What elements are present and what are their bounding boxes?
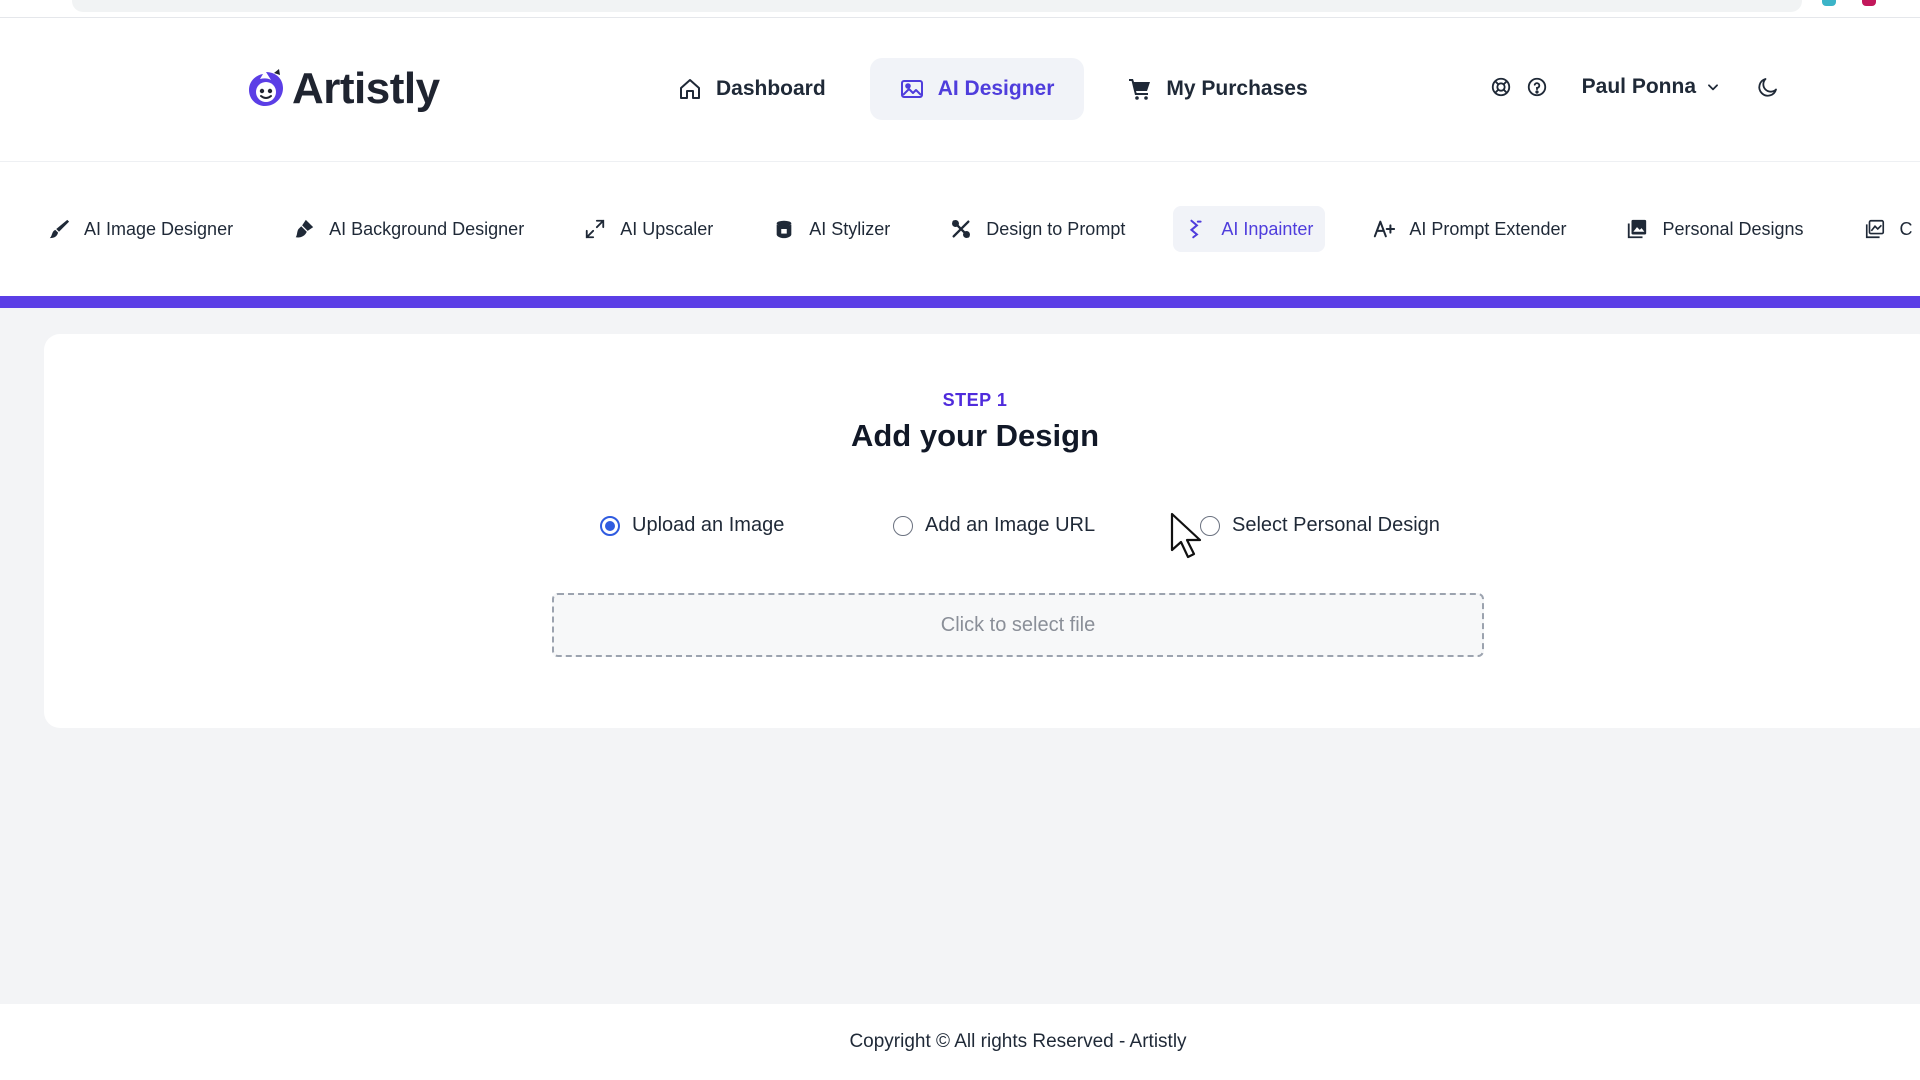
text-plus-icon xyxy=(1374,220,1396,238)
tool-nav: AI Image Designer AI Background Designer… xyxy=(0,162,1920,296)
tool-label: AI Image Designer xyxy=(84,218,234,239)
nav-label: My Purchases xyxy=(1166,77,1308,100)
nav-dashboard[interactable]: Dashboard xyxy=(648,58,856,120)
tool-ai-prompt-extender[interactable]: AI Prompt Extender xyxy=(1361,206,1578,252)
radio-button[interactable] xyxy=(893,515,913,536)
question-icon xyxy=(1527,77,1546,97)
image-stack-icon xyxy=(1865,219,1884,239)
radio-label: Add an Image URL xyxy=(925,514,1096,536)
gallery-icon xyxy=(1628,219,1647,239)
nav-label: Dashboard xyxy=(716,77,826,100)
top-navigation: Artistly Dashboard AI Designer My Purcha… xyxy=(0,18,1920,162)
support-button[interactable] xyxy=(1488,74,1514,100)
tool-label: AI Stylizer xyxy=(809,218,891,239)
tool-ai-upscaler[interactable]: AI Upscaler xyxy=(572,206,725,252)
help-button[interactable] xyxy=(1524,74,1550,100)
cart-icon xyxy=(1129,79,1151,100)
tool-ai-background-designer[interactable]: AI Background Designer xyxy=(281,206,536,252)
extension-icon[interactable] xyxy=(1862,0,1876,6)
wand-icon xyxy=(1190,219,1202,239)
lifebuoy-icon xyxy=(1491,77,1510,97)
nav-ai-designer[interactable]: AI Designer xyxy=(869,58,1085,120)
tool-label: AI Inpainter xyxy=(1221,218,1314,239)
radio-image-url[interactable]: Add an Image URL xyxy=(893,514,1095,537)
moon-icon[interactable] xyxy=(1756,75,1780,99)
tools-icon xyxy=(952,220,971,238)
user-menu[interactable]: Paul Ponna xyxy=(1582,75,1720,99)
browser-toolbar xyxy=(0,0,1920,18)
brand-name: Artistly xyxy=(292,64,440,113)
page-title: Add your Design xyxy=(850,418,1099,453)
brand-logo[interactable]: Artistly xyxy=(246,64,440,114)
radio-button[interactable] xyxy=(600,515,620,536)
extension-icon[interactable] xyxy=(1822,0,1836,6)
copyright-text: Copyright © All rights Reserved - Artist… xyxy=(849,1031,1187,1052)
tool-personal-designs[interactable]: Personal Designs xyxy=(1614,206,1815,252)
radio-upload-image[interactable]: Upload an Image xyxy=(600,514,784,537)
tool-label: AI Upscaler xyxy=(620,218,714,239)
file-select-dropzone[interactable]: Click to select file xyxy=(552,593,1484,657)
tool-more[interactable]: C xyxy=(1852,206,1920,252)
home-icon xyxy=(680,79,700,99)
user-name: Paul Ponna xyxy=(1581,75,1696,98)
chevron-down-icon xyxy=(1708,84,1718,91)
tool-label: AI Prompt Extender xyxy=(1409,218,1567,239)
step-label: STEP 1 xyxy=(942,390,1008,410)
image-icon xyxy=(900,80,923,98)
nav-label: AI Designer xyxy=(937,77,1055,100)
main-nav: Dashboard AI Designer My Purchases xyxy=(648,58,1338,120)
palette-face-icon xyxy=(249,69,283,106)
radio-label: Select Personal Design xyxy=(1232,514,1440,536)
tool-label: Personal Designs xyxy=(1662,218,1804,239)
tool-ai-inpainter[interactable]: AI Inpainter xyxy=(1173,206,1326,252)
tool-label: C xyxy=(1899,218,1913,239)
file-select-placeholder: Click to select file xyxy=(940,613,1096,636)
mouse-cursor-icon xyxy=(1170,512,1202,559)
nav-my-purchases[interactable]: My Purchases xyxy=(1098,58,1337,120)
paint-bucket-icon xyxy=(776,220,792,239)
tool-label: AI Background Designer xyxy=(329,218,525,239)
radio-personal-design[interactable]: Select Personal Design xyxy=(1200,514,1440,537)
footer: Copyright © All rights Reserved - Artist… xyxy=(0,1004,1920,1080)
radio-label: Upload an Image xyxy=(632,514,785,536)
tool-label: Design to Prompt xyxy=(986,218,1126,239)
tool-design-to-prompt[interactable]: Design to Prompt xyxy=(938,206,1137,252)
address-bar[interactable] xyxy=(72,0,1802,12)
expand-icon xyxy=(586,219,605,239)
paint-drop-icon xyxy=(295,219,314,238)
header-actions: Paul Ponna xyxy=(1488,74,1780,100)
tool-ai-stylizer[interactable]: AI Stylizer xyxy=(761,206,902,252)
tool-ai-image-designer[interactable]: AI Image Designer xyxy=(36,206,245,252)
accent-bar xyxy=(0,296,1920,308)
brush-icon xyxy=(49,219,70,239)
